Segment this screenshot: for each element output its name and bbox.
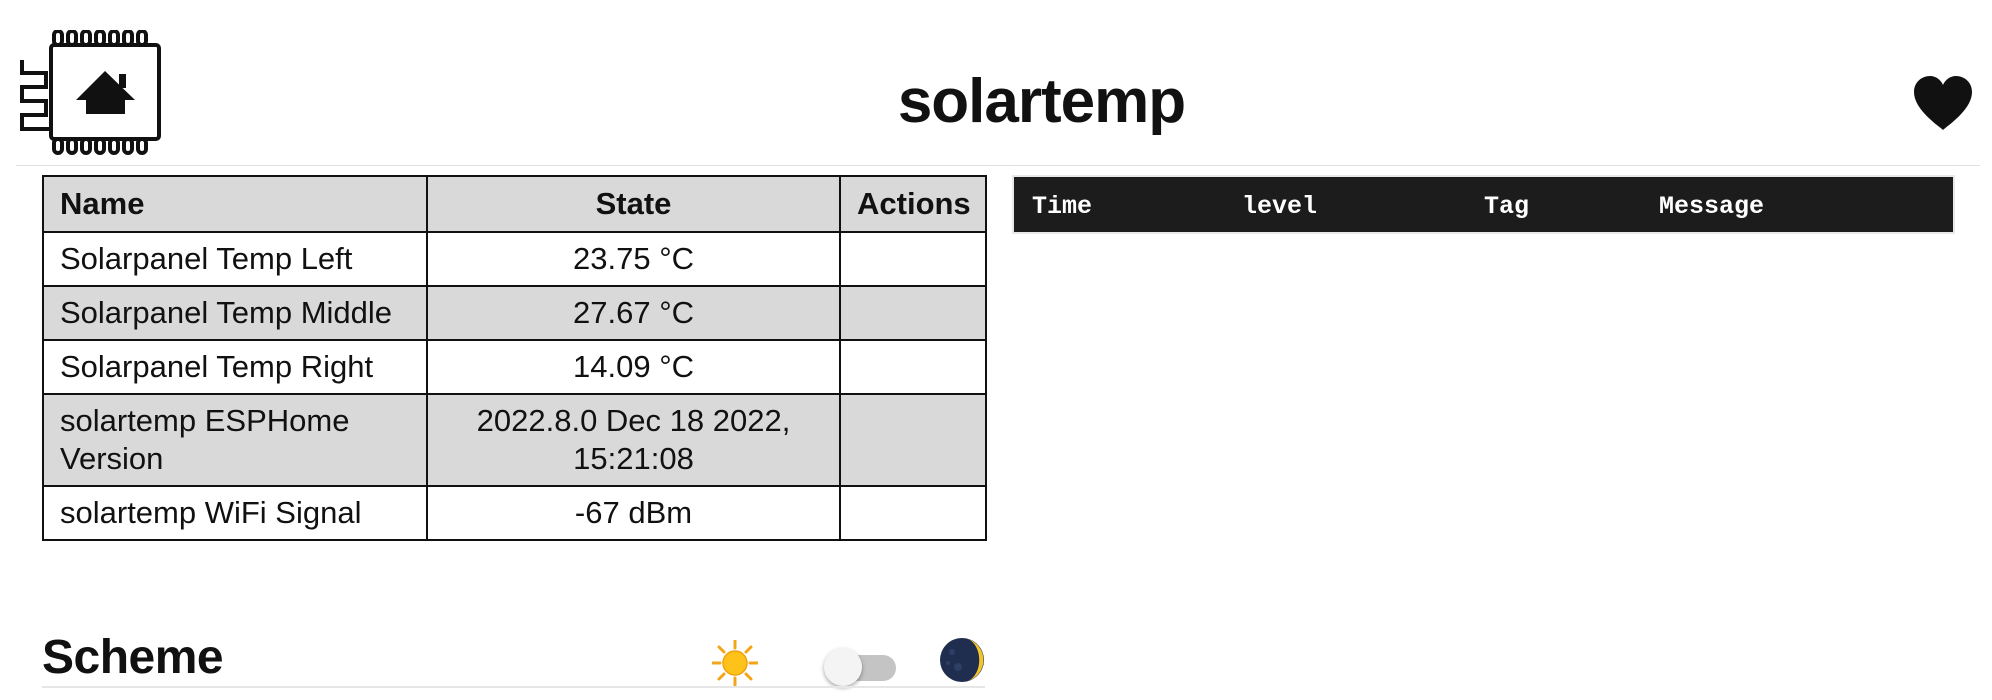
heart-icon[interactable] — [1912, 74, 1974, 132]
scheme-divider — [42, 686, 985, 688]
entity-state: 14.09 °C — [426, 339, 841, 395]
entity-state: 23.75 °C — [426, 231, 841, 287]
table-row: Solarpanel Temp Left 23.75 °C — [42, 231, 987, 287]
entity-actions — [839, 285, 987, 341]
table-row: solartemp ESPHome Version 2022.8.0 Dec 1… — [42, 393, 987, 487]
entity-name: Solarpanel Temp Middle — [42, 285, 428, 341]
toggle-knob — [824, 648, 862, 686]
entity-name: solartemp ESPHome Version — [42, 393, 428, 487]
sun-icon — [712, 640, 758, 686]
log-column-message: Message — [1659, 192, 1765, 221]
column-header-state: State — [426, 175, 841, 233]
entity-name: solartemp WiFi Signal — [42, 485, 428, 541]
log-column-time: Time — [1032, 192, 1093, 221]
page-title: solartemp — [897, 67, 1186, 136]
dark-mode-toggle[interactable] — [824, 646, 896, 686]
entity-table: Name State Actions Solarpanel Temp Left … — [42, 175, 987, 541]
entity-state: -67 dBm — [426, 485, 841, 541]
entity-state: 2022.8.0 Dec 18 2022, 15:21:08 — [426, 393, 841, 487]
entity-name: Solarpanel Temp Right — [42, 339, 428, 395]
entity-actions — [839, 393, 987, 487]
table-row: Solarpanel Temp Right 14.09 °C — [42, 339, 987, 395]
log-panel: Time level Tag Message — [1012, 175, 1955, 234]
scheme-heading: Scheme — [42, 631, 224, 684]
table-row: solartemp WiFi Signal -67 dBm — [42, 485, 987, 541]
column-header-name: Name — [42, 175, 428, 233]
table-header-row: Name State Actions — [42, 175, 987, 233]
log-column-level: level — [1242, 192, 1318, 221]
entity-state: 27.67 °C — [426, 285, 841, 341]
entity-actions — [839, 485, 987, 541]
entity-actions — [839, 231, 987, 287]
moon-icon — [940, 638, 984, 682]
entity-name: Solarpanel Temp Left — [42, 231, 428, 287]
table-row: Solarpanel Temp Middle 27.67 °C — [42, 285, 987, 341]
app-header: solartemp — [16, 0, 1980, 166]
log-column-tag: Tag — [1484, 192, 1530, 221]
column-header-actions: Actions — [839, 175, 987, 233]
entity-actions — [839, 339, 987, 395]
